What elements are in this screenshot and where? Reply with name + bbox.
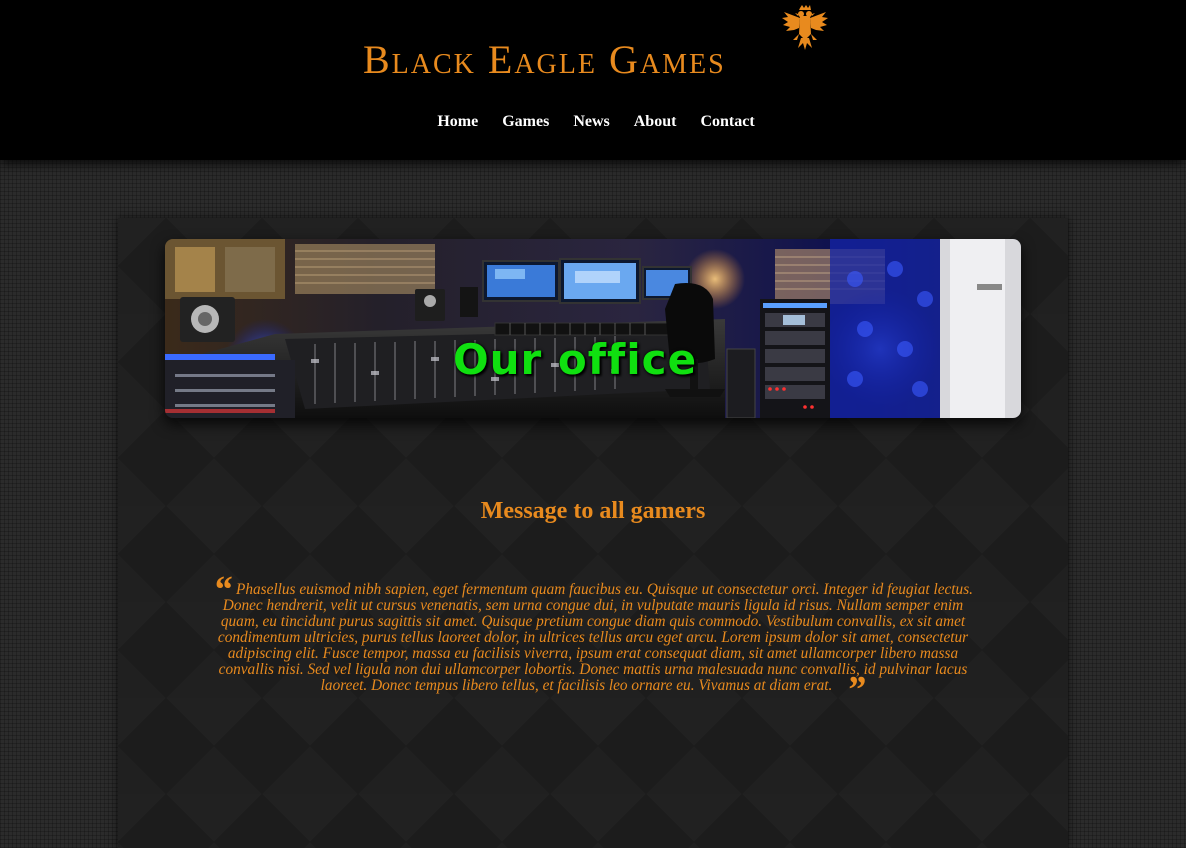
site-logo-text[interactable]: Black Eagle Games [363,40,726,80]
nav-home[interactable]: Home [425,112,490,132]
site-header: Black Eagle Games Home Games News About … [0,0,1186,160]
nav-games[interactable]: Games [490,112,561,132]
main-nav: Home Games News About Contact [0,112,1186,132]
message-title: Message to all gamers [480,498,706,524]
content-panel: Our office Message to all gamers “Phasel… [118,218,1068,848]
nav-news[interactable]: News [561,112,621,132]
recording-studio-photo [165,239,1021,418]
nav-contact[interactable]: Contact [688,112,766,132]
close-quote-icon: ” [846,669,866,711]
eagle-icon[interactable] [780,4,830,54]
nav-about[interactable]: About [622,112,689,132]
message-quote: “Phasellus euismod nibh sapien, eget fer… [208,571,978,709]
office-banner: Our office [165,239,1021,418]
banner-caption: Our office [452,335,698,384]
